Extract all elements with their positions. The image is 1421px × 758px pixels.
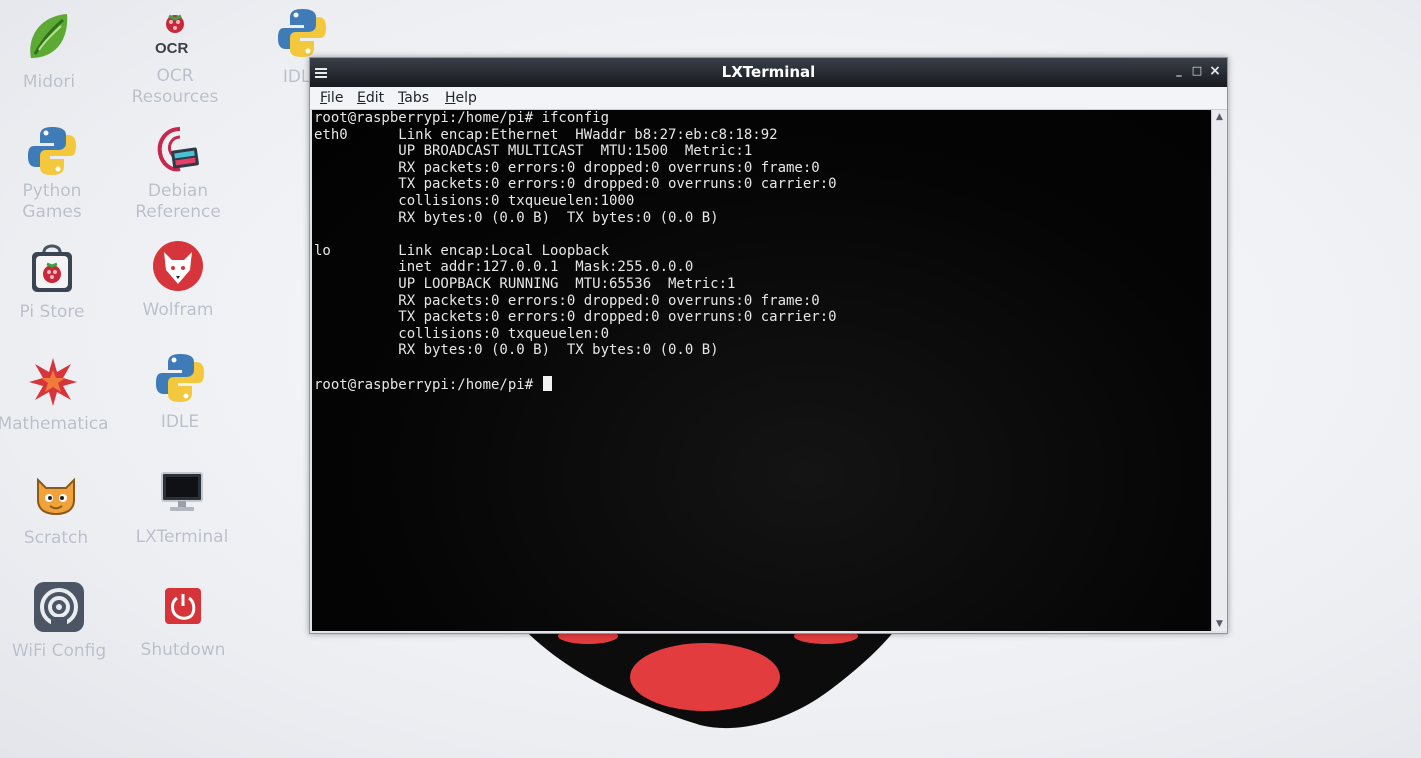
mathematica-star-icon [25,352,81,408]
wolfram-wolf-icon [150,238,206,294]
monitor-icon [154,465,210,521]
desktop-icon-label: Shutdown [140,640,226,660]
terminal-line: lo Link encap:Local Loopback [314,242,610,259]
terminal-output[interactable]: root@raspberrypi:/home/pi# ifconfig eth0 … [312,110,1211,631]
debian-reference-icon [150,123,206,179]
desktop-icon-label: Python Games [22,181,82,222]
desktop-icon-mathematica[interactable]: Mathematica [0,352,118,435]
menu-edit[interactable]: Edit [357,90,384,106]
desktop-icon-midori[interactable]: Midori [0,10,114,93]
power-icon [155,578,211,634]
terminal-line: collisions:0 txqueuelen:0 [314,325,610,342]
desktop-icon-label: WiFi Config [11,641,107,661]
scroll-up-arrow-icon[interactable]: ▲ [1212,110,1227,124]
desktop-icon-label: Debian Reference [135,181,221,222]
terminal-line: UP LOOPBACK RUNNING MTU:65536 Metric:1 [314,275,736,292]
desktop-icon-label: Wolfram [142,300,214,320]
terminal-scrollbar[interactable]: ▲ ▼ [1211,110,1227,631]
terminal-line: RX bytes:0 (0.0 B) TX bytes:0 (0.0 B) [314,209,719,226]
python-icon [152,350,208,406]
desktop-icon-python-games[interactable]: Python Games [0,123,117,223]
window-title: LXTerminal [721,63,816,81]
window-titlebar[interactable]: LXTerminal _ □ × [310,58,1227,87]
desktop-icon-label: Midori [22,72,76,92]
desktop-icon-ocr-resources[interactable]: OCR OCR Resources [110,10,240,108]
ocr-icon-text: OCR [155,40,189,57]
terminal-prompt-line[interactable]: root@raspberrypi:/home/pi# [312,375,1211,393]
menu-file[interactable]: File [320,90,343,106]
scratch-cat-icon [28,466,84,522]
desktop-icon-label: LXTerminal [135,527,229,547]
menu-tabs[interactable]: Tabs [398,90,429,106]
desktop-icon-wolfram[interactable]: Wolfram [113,238,243,321]
terminal-lines: root@raspberrypi:/home/pi# ifconfig eth0 … [312,110,1211,376]
desktop-icon-label: Scratch [23,528,89,548]
desktop-icon-scratch[interactable]: Scratch [0,466,121,549]
terminal-line: collisions:0 txqueuelen:1000 [314,192,635,209]
desktop-icon-debian-reference[interactable]: Debian Reference [113,123,243,223]
terminal-line: inet addr:127.0.0.1 Mask:255.0.0.0 [314,259,694,276]
python-icon [274,5,330,61]
desktop-icon-wifi-config[interactable]: WiFi Config [0,579,124,662]
terminal-line: RX packets:0 errors:0 dropped:0 overruns… [314,292,820,309]
midori-leaf-icon [21,10,77,66]
scroll-down-arrow-icon[interactable]: ▼ [1212,617,1227,631]
terminal-line: RX bytes:0 (0.0 B) TX bytes:0 (0.0 B) [314,342,719,359]
pi-store-bag-icon [24,240,80,296]
desktop-icon-pi-store[interactable]: Pi Store [0,240,117,323]
terminal-line: TX packets:0 errors:0 dropped:0 overruns… [314,176,837,193]
desktop-icon-shutdown[interactable]: Shutdown [118,578,248,661]
terminal-line: UP BROADCAST MULTICAST MTU:1500 Metric:1 [314,143,753,160]
menu-bar: File Edit Tabs Help [310,87,1227,110]
terminal-line: root@raspberrypi:/home/pi# ifconfig [314,110,610,126]
terminal-line: RX packets:0 errors:0 dropped:0 overruns… [314,159,820,176]
menu-help[interactable]: Help [445,90,477,106]
terminal-prompt: root@raspberrypi:/home/pi# [314,376,542,393]
desktop-icon-label: OCR Resources [131,66,219,107]
desktop-icon-lxterminal[interactable]: LXTerminal [117,465,247,548]
desktop-icon-label: IDLE [160,412,200,432]
python-icon [24,123,80,179]
close-button[interactable]: × [1207,63,1223,79]
desktop-icon-label: Mathematica [0,414,109,434]
minimize-button[interactable]: _ [1171,63,1187,79]
desktop-icon-label: Pi Store [19,302,85,322]
lxterminal-window[interactable]: LXTerminal _ □ × File Edit Tabs Help roo… [309,57,1228,634]
ocr-resources-icon: OCR [147,10,203,66]
terminal-line: TX packets:0 errors:0 dropped:0 overruns… [314,309,837,326]
text-cursor [542,375,552,391]
terminal-line: eth0 Link encap:Ethernet HWaddr b8:27:eb… [314,126,778,143]
desktop-icon-idle[interactable]: IDLE [115,350,245,433]
wifi-config-icon [31,579,87,635]
maximize-button[interactable]: □ [1189,63,1205,79]
